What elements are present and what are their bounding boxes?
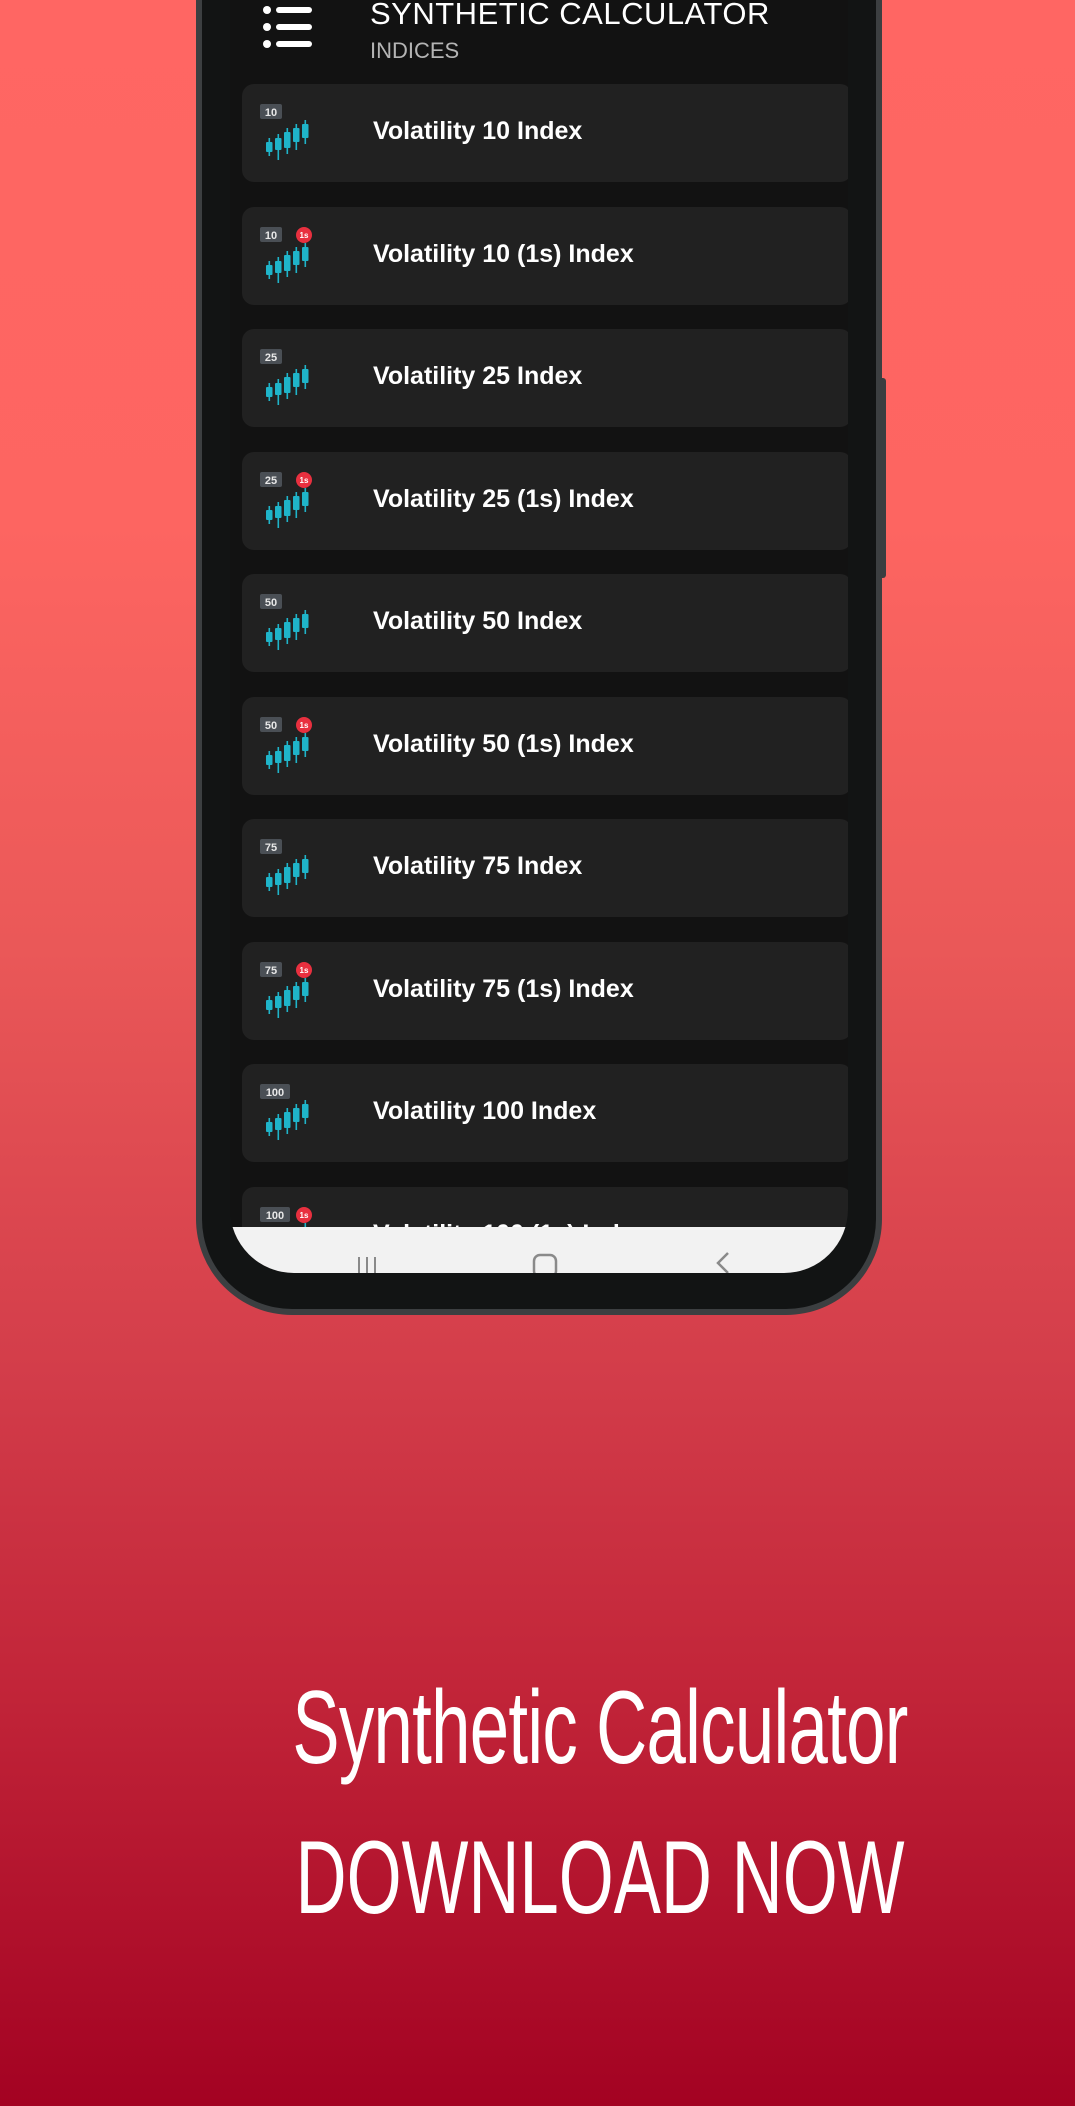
volatility-index-icon: 50: [260, 594, 309, 650]
index-badge-number: 25: [265, 475, 277, 487]
index-badge-number: 100: [266, 1210, 284, 1222]
back-icon[interactable]: [708, 1249, 738, 1273]
download-now-cta[interactable]: DOWNLOAD NOW: [192, 1818, 1008, 1938]
index-label: Volatility 100 Index: [373, 1097, 597, 1125]
volatility-index-icon: 75 1s: [260, 962, 312, 1018]
volatility-index-icon: 10: [260, 104, 309, 160]
index-badge-number: 50: [265, 720, 277, 732]
index-list-item[interactable]: 75 Volatility 75 Index: [242, 819, 848, 917]
index-list-item[interactable]: 50 Volatility 50 Index: [242, 574, 848, 672]
index-label: Volatility 75 (1s) Index: [373, 975, 634, 1003]
index-label: Volatility 75 Index: [373, 852, 583, 880]
index-list-item[interactable]: 10 Volatility 10 Index: [242, 84, 848, 182]
phone-screen: SYNTHETIC CALCULATOR INDICES 10 Volatilit…: [230, 0, 848, 1273]
home-icon[interactable]: [530, 1249, 560, 1273]
phone-bezel: SYNTHETIC CALCULATOR INDICES 10 Volatilit…: [202, 0, 876, 1309]
one-second-badge: 1s: [300, 966, 309, 975]
phone-side-button: [880, 378, 886, 578]
promo-title: Synthetic Calculator: [292, 1670, 908, 1786]
index-label: Volatility 25 (1s) Index: [373, 485, 634, 513]
one-second-badge: 1s: [300, 721, 309, 730]
index-label: Volatility 25 Index: [373, 362, 583, 390]
index-badge-number: 75: [265, 842, 277, 854]
volatility-index-icon: 75: [260, 839, 309, 895]
volatility-index-icon: 50 1s: [260, 717, 312, 773]
index-list-item[interactable]: 25 Volatility 25 Index: [242, 329, 848, 427]
index-list-item[interactable]: 25 1s Volatility 25 (1s) Index: [242, 452, 848, 550]
index-badge-number: 50: [265, 597, 277, 609]
volatility-index-icon: 10 1s: [260, 227, 312, 283]
index-label: Volatility 10 (1s) Index: [373, 240, 634, 268]
index-label: Volatility 10 Index: [373, 117, 583, 145]
index-badge-number: 75: [265, 965, 277, 977]
one-second-badge: 1s: [300, 1211, 309, 1220]
app-subtitle: INDICES: [370, 38, 460, 63]
phone-frame: SYNTHETIC CALCULATOR INDICES 10 Volatilit…: [196, 0, 882, 1315]
one-second-badge: 1s: [300, 231, 309, 240]
app-header: SYNTHETIC CALCULATOR INDICES: [230, 0, 848, 70]
volatility-index-icon: 25: [260, 349, 309, 405]
index-badge-number: 10: [265, 230, 277, 242]
volatility-index-icon: 25 1s: [260, 472, 312, 528]
app-title: SYNTHETIC CALCULATOR: [370, 0, 770, 31]
index-list-item[interactable]: 75 1s Volatility 75 (1s) Index: [242, 942, 848, 1040]
index-badge-number: 100: [266, 1087, 284, 1099]
recent-apps-icon[interactable]: [352, 1249, 382, 1273]
one-second-badge: 1s: [300, 476, 309, 485]
index-label: Volatility 50 (1s) Index: [373, 730, 634, 758]
index-list-item[interactable]: 10 1s Volatility 10 (1s) Index: [242, 207, 848, 305]
index-badge-number: 10: [265, 107, 277, 119]
index-list-item[interactable]: 100 Volatility 100 Index: [242, 1064, 848, 1162]
index-badge-number: 25: [265, 352, 277, 364]
index-list-item[interactable]: 50 1s Volatility 50 (1s) Index: [242, 697, 848, 795]
hamburger-menu-icon[interactable]: [262, 4, 316, 50]
system-nav-bar: [230, 1227, 848, 1273]
index-label: Volatility 50 Index: [373, 607, 583, 635]
volatility-index-icon: 100: [260, 1084, 309, 1140]
